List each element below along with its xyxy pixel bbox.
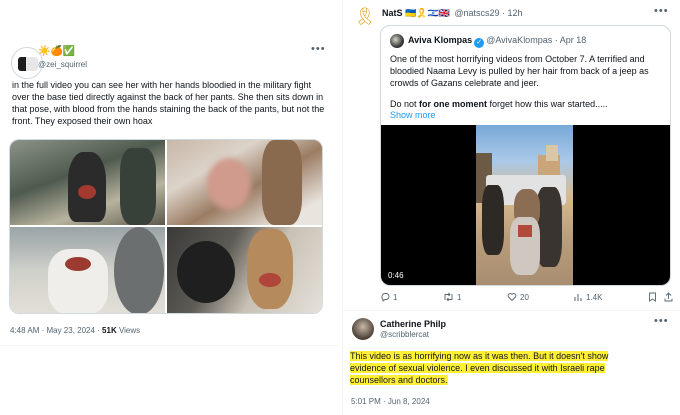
yellow-ribbon-icon[interactable]: 🎗 — [354, 7, 376, 27]
quote-text-2-post: forget how this war started..... — [487, 99, 608, 109]
author-name[interactable]: ☀️🍊✅ — [38, 46, 75, 57]
quote-avatar[interactable] — [390, 34, 404, 48]
quote-text-2-pre: Do not — [390, 99, 420, 109]
media-image-4[interactable] — [167, 227, 322, 313]
views-count: 1.4K — [586, 292, 603, 302]
verified-badge-icon: ✓ — [474, 38, 485, 48]
quoted-tweet[interactable]: Aviva Klompas ✓ @AvivaKlompas · Apr 18 One… — [380, 25, 671, 286]
tweet-text: in the full video you can see her with h… — [12, 80, 325, 126]
author-handle-time[interactable]: @natscs29 · 12h — [454, 8, 522, 18]
share-button[interactable] — [664, 292, 673, 302]
author-handle[interactable]: @scribblercat — [380, 330, 429, 339]
quote-text: One of the most horrifying videos from O… — [390, 54, 649, 88]
views-chart-icon — [574, 294, 582, 301]
media-grid[interactable] — [9, 139, 323, 314]
quote-handle-time: @AvivaKlompas · Apr 18 — [486, 35, 587, 45]
reply-icon — [381, 293, 390, 302]
tweet-time: 4:48 AM · May 23, 2024 · — [10, 326, 103, 335]
action-bar: 1 1 20 1.4K — [380, 292, 673, 304]
reply-button[interactable]: 1 — [380, 292, 397, 302]
divider — [0, 345, 338, 346]
right-column: 🎗 NatS 🇺🇦🎗️🇮🇱🇬🇧 @natscs29 · 12h ••• Aviv… — [342, 0, 680, 415]
retweeter-header[interactable]: NatS 🇺🇦🎗️🇮🇱🇬🇧 @natscs29 · 12h — [382, 8, 523, 19]
video-player[interactable]: 0:46 — [381, 125, 670, 285]
views-button[interactable]: 1.4K — [573, 292, 602, 302]
like-count: 20 — [520, 292, 529, 302]
author-handle[interactable]: @zei_squirrel — [38, 60, 87, 69]
heart-icon — [507, 293, 517, 302]
views-label: Views — [116, 326, 141, 335]
quote-text-2-bold: for one moment — [419, 99, 488, 109]
author-emojis: 🇺🇦🎗️🇮🇱🇬🇧 — [405, 8, 450, 18]
divider — [342, 310, 680, 311]
left-tweet[interactable]: ☀️🍊✅ @zei_squirrel ••• in the full video… — [0, 28, 338, 346]
views-count: 51K — [102, 326, 117, 335]
repost-icon — [444, 292, 453, 302]
more-icon[interactable]: ••• — [654, 315, 669, 327]
bookmark-button[interactable] — [648, 292, 657, 302]
tweet-timestamp[interactable]: 5:01 PM · Jun 8, 2024 — [351, 397, 430, 406]
reply-count: 1 — [393, 292, 398, 302]
media-image-3[interactable] — [10, 227, 165, 313]
column-divider — [342, 0, 343, 415]
video-frame — [476, 125, 573, 285]
avatar[interactable] — [352, 318, 374, 340]
more-icon[interactable]: ••• — [311, 43, 326, 55]
repost-button[interactable]: 1 — [443, 292, 461, 302]
more-icon[interactable]: ••• — [654, 5, 669, 17]
repost-count: 1 — [457, 292, 462, 302]
author-name[interactable]: NatS — [382, 8, 403, 18]
quote-text-2: Do not for one moment forget how this wa… — [390, 98, 664, 110]
media-image-1[interactable] — [10, 140, 165, 225]
like-button[interactable]: 20 — [507, 292, 529, 302]
quote-header[interactable]: Aviva Klompas ✓ @AvivaKlompas · Apr 18 — [408, 35, 586, 48]
highlighted-text: This video is as horrifying now as it wa… — [350, 351, 609, 385]
show-more-link[interactable]: Show more — [390, 110, 436, 120]
share-icon — [664, 292, 673, 302]
author-name[interactable]: Catherine Philp — [380, 319, 446, 329]
media-image-2[interactable] — [167, 140, 322, 225]
avatar-logo-icon — [18, 57, 38, 71]
tweet-timestamp[interactable]: 4:48 AM · May 23, 2024 · 51K Views — [10, 326, 140, 335]
bookmark-icon — [649, 292, 656, 302]
tweet-text: This video is as horrifying now as it wa… — [350, 350, 645, 386]
video-duration: 0:46 — [388, 271, 404, 280]
quote-author-name: Aviva Klompas — [408, 35, 473, 45]
